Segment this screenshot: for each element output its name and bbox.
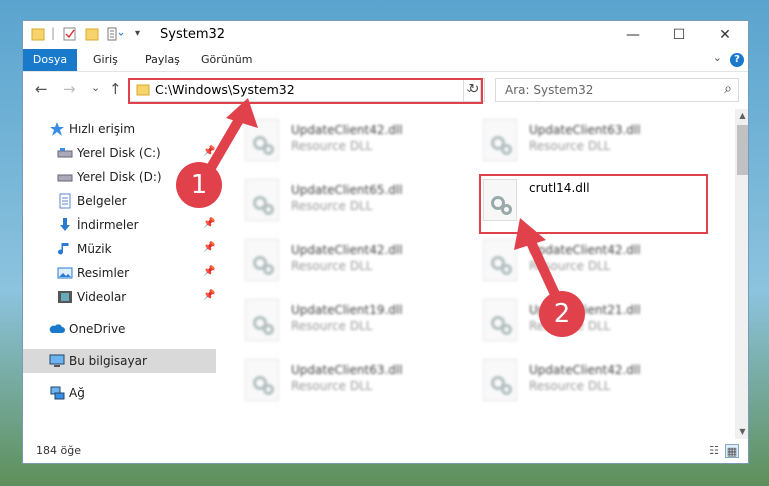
annotation-arrows bbox=[200, 98, 565, 310]
step-1-badge: 1 bbox=[176, 162, 222, 208]
step-2-badge: 2 bbox=[539, 291, 585, 337]
